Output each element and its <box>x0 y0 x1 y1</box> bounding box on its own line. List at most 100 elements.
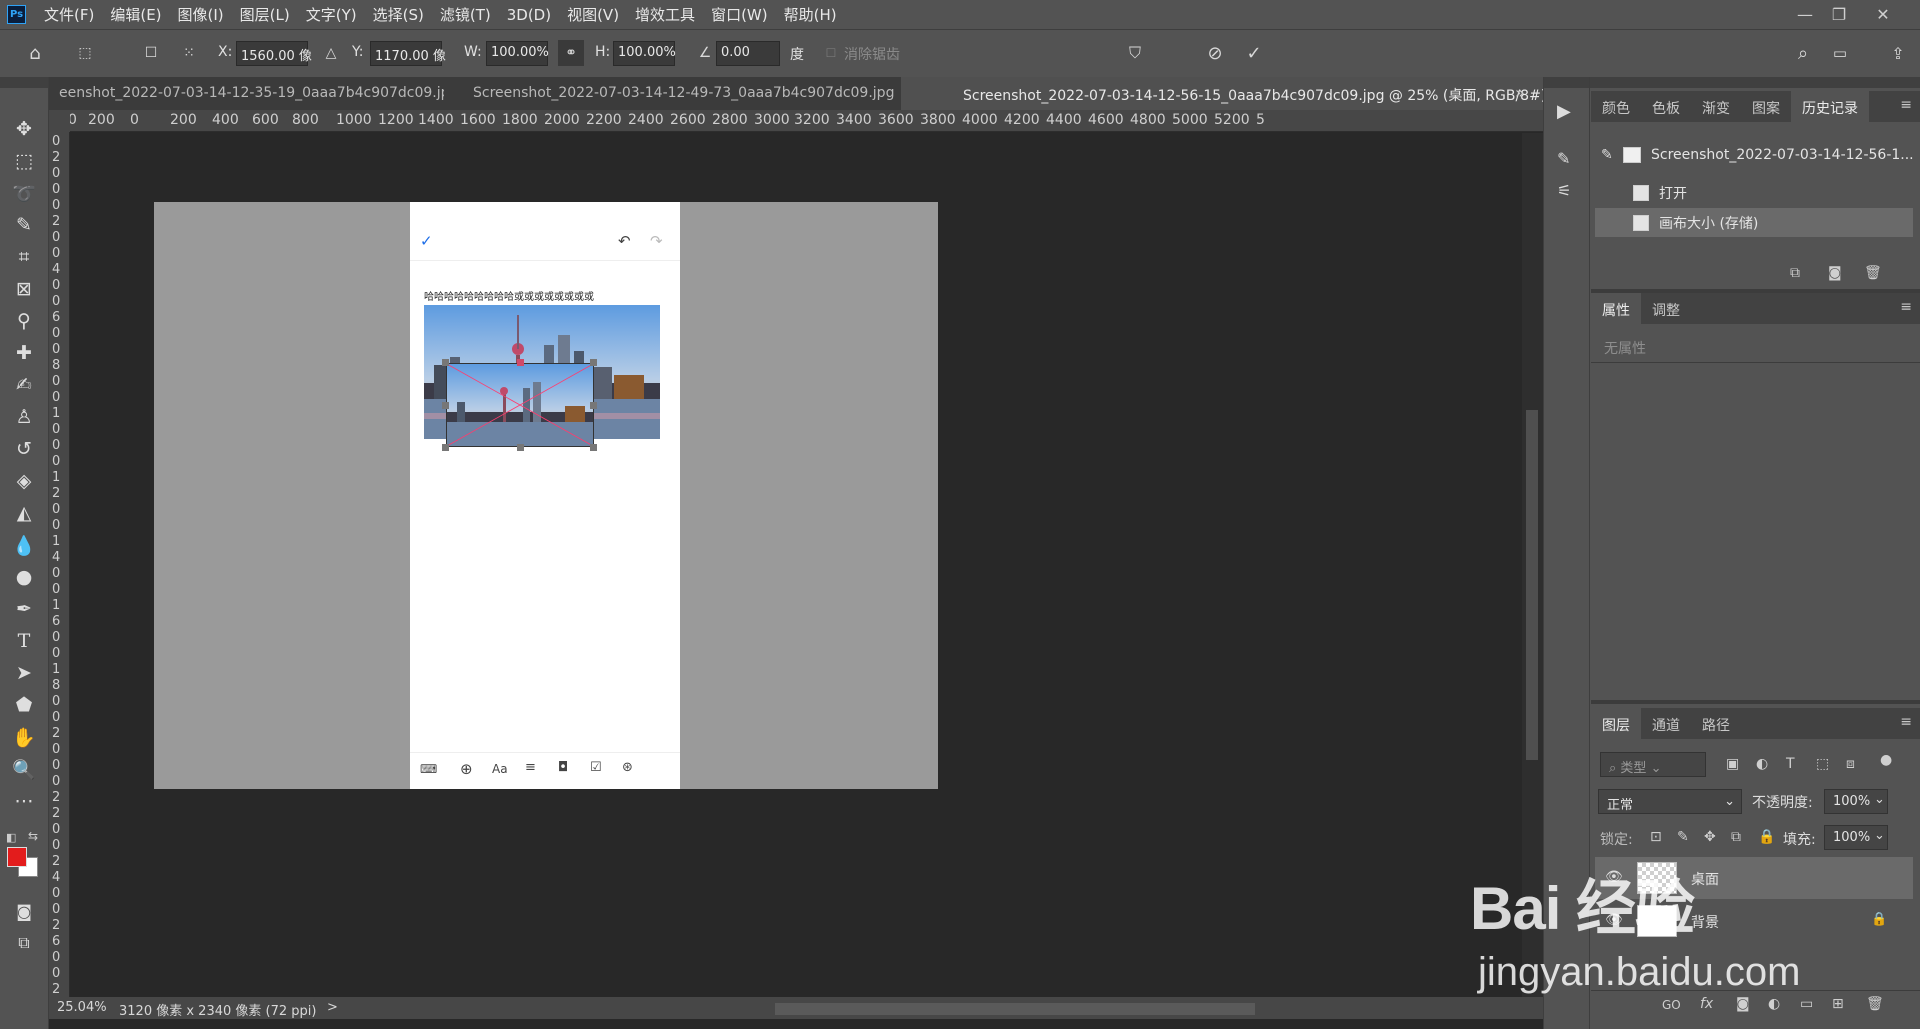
phone-screenshot[interactable]: ✓ ↶ ↷ 哈哈哈哈哈哈哈哈哈或或或或或或或或 ⌨ ⊕ Aa ≡ ◘ ☑ ⊛ <box>410 202 680 789</box>
tab-document-2[interactable]: Screenshot_2022-07-03-14-12-49-73_0aaa7b… <box>463 77 943 110</box>
zoom-tool-icon[interactable]: 🔍 <box>10 755 38 783</box>
more-tabs-icon[interactable]: » <box>1515 83 1525 102</box>
link-icon[interactable]: ⚭ <box>558 40 584 66</box>
antialias-checkbox-icon[interactable]: ☐ <box>818 40 844 66</box>
panel-menu-icon[interactable]: ≡ <box>1900 97 1912 113</box>
horizontal-scroll-thumb[interactable] <box>775 1003 1255 1015</box>
dodge-tool-icon[interactable]: ● <box>10 563 38 591</box>
eyedropper-tool-icon[interactable]: ⚲ <box>10 307 38 335</box>
blend-mode-select[interactable]: 正常 ⌄ <box>1598 789 1742 814</box>
foreground-color-swatch[interactable] <box>7 847 27 867</box>
tab-channels[interactable]: 通道 <box>1641 708 1691 739</box>
menu-view[interactable]: 视图(V) <box>559 4 627 25</box>
filter-toggle-icon[interactable]: ● <box>1880 752 1892 768</box>
transform-handle[interactable] <box>442 444 449 451</box>
transform-handle[interactable] <box>590 402 597 409</box>
quick-select-tool-icon[interactable]: ✎ <box>10 211 38 239</box>
share-icon[interactable]: ⇪ <box>1885 40 1911 66</box>
workspace-icon[interactable]: ▭ <box>1827 40 1853 66</box>
transform-handle[interactable] <box>442 402 449 409</box>
history-item[interactable]: 打开 <box>1595 178 1913 207</box>
minimize-icon[interactable]: — <box>1788 0 1822 29</box>
tab-adjustments[interactable]: 调整 <box>1641 293 1691 324</box>
restore-icon[interactable]: ❐ <box>1822 0 1856 29</box>
x-field[interactable]: 1560.00 像 <box>236 41 312 66</box>
marquee-tool-icon[interactable]: ⬚ <box>10 147 38 175</box>
height-field[interactable]: 100.00% <box>613 41 676 66</box>
history-brush-source-icon[interactable]: ✎ <box>1601 147 1613 163</box>
menu-layer[interactable]: 图层(L) <box>232 4 298 25</box>
pen-tool-icon[interactable]: ✒ <box>10 595 38 623</box>
frame-tool-icon[interactable]: ⊠ <box>10 275 38 303</box>
tab-patterns[interactable]: 图案 <box>1741 91 1791 122</box>
commit-transform-icon[interactable]: ✓ <box>1241 40 1267 66</box>
menu-window[interactable]: 窗口(W) <box>703 4 776 25</box>
filter-smart-object-icon[interactable]: ⧈ <box>1846 756 1855 772</box>
tab-properties[interactable]: 属性 <box>1591 293 1641 324</box>
history-snapshot[interactable]: ✎ Screenshot_2022-07-03-14-12-56-1... <box>1595 140 1914 169</box>
transform-selection[interactable] <box>446 363 594 447</box>
checkbox-icon[interactable]: ☐ <box>138 40 164 66</box>
mini-collapse-strip[interactable] <box>1544 77 1589 88</box>
filter-adjustment-icon[interactable]: ◐ <box>1756 756 1768 772</box>
panel-collapse-strip[interactable] <box>1590 77 1920 88</box>
type-tool-icon[interactable]: T <box>10 627 38 655</box>
transform-handle[interactable] <box>590 359 597 366</box>
stamp-tool-icon[interactable]: ♙ <box>10 403 38 431</box>
menu-type[interactable]: 文字(Y) <box>298 4 365 25</box>
menu-image[interactable]: 图像(I) <box>170 4 232 25</box>
adjustments-icon[interactable]: ⚟ <box>1557 181 1571 200</box>
delete-state-icon[interactable]: 🗑 <box>1864 265 1882 281</box>
width-field[interactable]: 100.00% <box>486 41 549 66</box>
tab-swatches[interactable]: 色板 <box>1641 91 1691 122</box>
brush-settings-icon[interactable]: ✎ <box>1557 149 1570 168</box>
transform-preset-icon[interactable]: ⬚ <box>72 40 98 66</box>
filter-shape-icon[interactable]: ⬚ <box>1816 756 1829 772</box>
transform-handle[interactable] <box>442 359 449 366</box>
blur-tool-icon[interactable]: 💧 <box>10 531 38 559</box>
layer-filter-select[interactable]: ⌕ 类型 ⌄ <box>1600 752 1706 777</box>
new-snapshot-icon[interactable]: ◙ <box>1828 265 1842 281</box>
transform-handle[interactable] <box>517 444 524 451</box>
transform-handle[interactable] <box>590 444 597 451</box>
quick-mask-icon[interactable]: ◙ <box>10 897 38 925</box>
status-arrow-icon[interactable]: > <box>327 1000 338 1015</box>
angle-field[interactable]: 0.00 <box>716 41 780 66</box>
panel-menu-icon[interactable]: ≡ <box>1900 299 1912 315</box>
lock-transparent-icon[interactable]: ⊡ <box>1650 829 1662 845</box>
tab-document-3[interactable]: Screenshot_2022-07-03-14-12-56-15_0aaa7b… <box>901 77 1543 110</box>
history-item[interactable]: 画布大小 (存储) <box>1595 208 1913 237</box>
eraser-tool-icon[interactable]: ◈ <box>10 467 38 495</box>
cancel-transform-icon[interactable]: ⊘ <box>1202 40 1228 66</box>
healing-brush-icon[interactable]: ✚ <box>10 339 38 367</box>
default-colors-icon[interactable]: ◧ <box>6 831 16 844</box>
brush-tool-icon[interactable]: ✍ <box>10 371 38 399</box>
panel-menu-icon[interactable]: ≡ <box>1900 714 1912 730</box>
search-icon[interactable]: ⌕ <box>1790 40 1816 66</box>
more-tools-icon[interactable]: ⋯ <box>10 787 38 815</box>
delete-layer-icon[interactable]: 🗑 <box>1866 996 1884 1012</box>
lock-pixels-icon[interactable]: ✎ <box>1677 829 1689 845</box>
zoom-level[interactable]: 25.04% <box>57 1000 107 1015</box>
lasso-tool-icon[interactable]: ➰ <box>10 179 38 207</box>
tab-gradients[interactable]: 渐变 <box>1691 91 1741 122</box>
menu-help[interactable]: 帮助(H) <box>776 4 845 25</box>
new-document-from-state-icon[interactable]: ⧉ <box>1790 265 1800 281</box>
tab-paths[interactable]: 路径 <box>1691 708 1741 739</box>
home-icon[interactable]: ⌂ <box>22 40 48 66</box>
toolbar-collapse-strip[interactable] <box>0 77 48 88</box>
reference-point-icon[interactable]: ⁙ <box>176 40 202 66</box>
y-field[interactable]: 1170.00 像 <box>370 41 446 66</box>
filter-pixel-icon[interactable]: ▣ <box>1726 756 1739 772</box>
menu-filter[interactable]: 滤镜(T) <box>432 4 499 25</box>
screen-mode-icon[interactable]: ⧉ <box>10 929 38 957</box>
swap-colors-icon[interactable]: ⇆ <box>28 829 38 843</box>
opacity-dropdown-icon[interactable]: ⌄ <box>1874 792 1885 807</box>
menu-edit[interactable]: 编辑(E) <box>102 4 169 25</box>
tab-layers[interactable]: 图层 <box>1591 708 1641 739</box>
crop-tool-icon[interactable]: ⌗ <box>10 243 38 271</box>
tab-color[interactable]: 颜色 <box>1591 91 1641 122</box>
shape-tool-icon[interactable]: ⬟ <box>10 691 38 719</box>
menu-3d[interactable]: 3D(D) <box>499 6 559 24</box>
fill-dropdown-icon[interactable]: ⌄ <box>1874 828 1885 843</box>
